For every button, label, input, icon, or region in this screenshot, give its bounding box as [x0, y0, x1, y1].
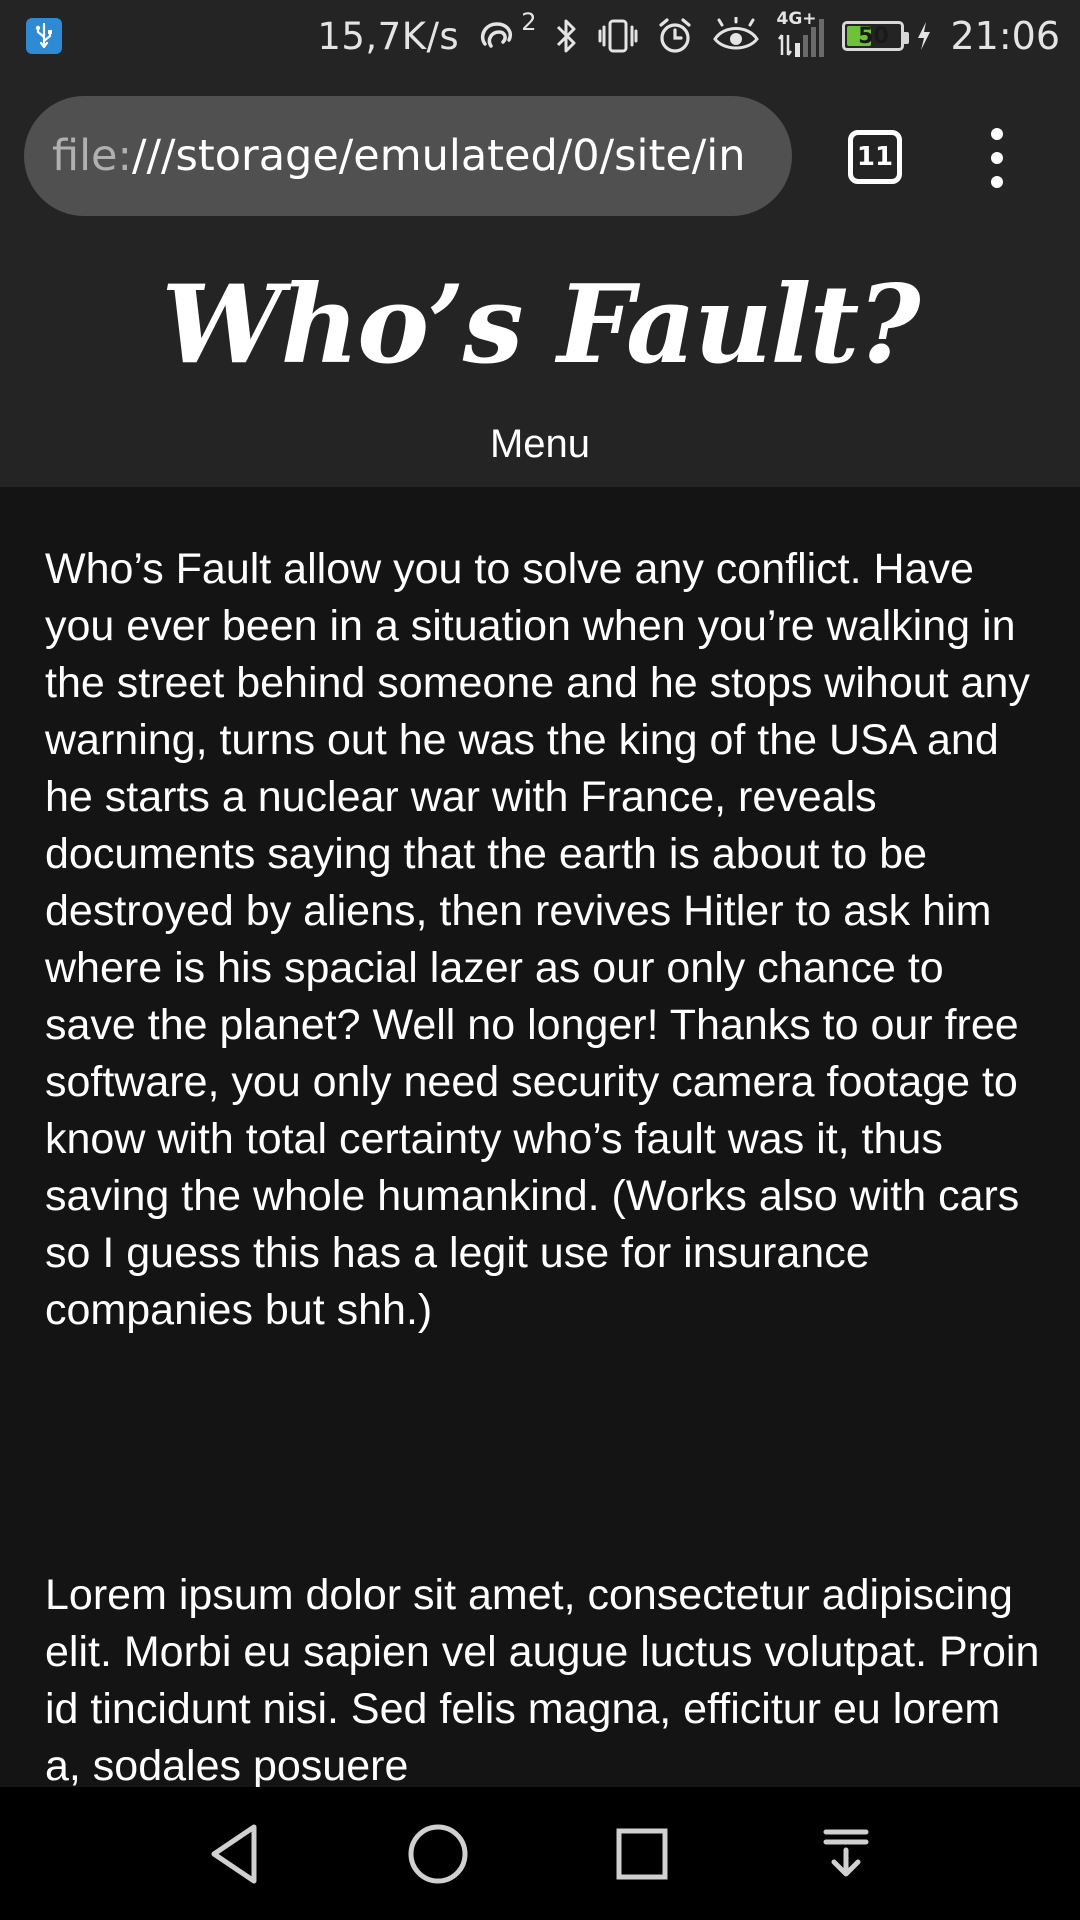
clock: 21:06 — [950, 14, 1060, 58]
vibrate-icon — [598, 17, 638, 55]
status-icons: 15,7K/s 2 4G+ 50 21:06 — [317, 8, 1060, 58]
battery-icon: 50 — [842, 21, 910, 51]
hotspot-icon: 2 — [477, 8, 536, 54]
charging-icon — [916, 21, 932, 51]
site-title: Who’s Fault? — [161, 262, 920, 388]
tab-switcher-icon[interactable]: 11 — [848, 130, 902, 184]
system-nav-bar — [0, 1787, 1080, 1920]
signal-icon: 4G+ — [776, 9, 825, 57]
lorem-paragraph: Lorem ipsum dolor sit amet, consectetur … — [45, 1571, 1040, 1787]
bluetooth-icon — [554, 17, 580, 55]
battery-percent: 50 — [858, 23, 889, 49]
eye-comfort-icon — [712, 17, 760, 55]
home-icon[interactable] — [336, 1787, 540, 1920]
menu-link[interactable]: Menu — [0, 422, 1080, 467]
site-header: Who’s Fault? Menu — [0, 242, 1080, 487]
url-path: ///storage/emulated/0/site/in — [131, 131, 746, 181]
recents-icon[interactable] — [540, 1787, 744, 1920]
url-scheme: file: — [52, 131, 132, 181]
tab-count: 11 — [856, 142, 894, 172]
overflow-menu-icon[interactable] — [982, 128, 1012, 188]
usb-icon — [26, 18, 62, 54]
network-type: 4G+ — [776, 9, 817, 29]
intro-paragraph: Who’s Fault allow you to solve any confl… — [45, 545, 1030, 1334]
alarm-icon — [656, 17, 694, 55]
back-icon[interactable] — [132, 1787, 336, 1920]
url-bar[interactable]: file:///storage/emulated/0/site/in — [24, 96, 792, 216]
page-content: Who’s Fault allow you to solve any confl… — [0, 487, 1080, 1787]
browser-toolbar: file:///storage/emulated/0/site/in 11 — [0, 72, 1080, 242]
hotspot-count: 2 — [521, 8, 537, 36]
status-bar: 15,7K/s 2 4G+ 50 21:06 — [0, 0, 1080, 72]
network-speed: 15,7K/s — [317, 14, 460, 58]
notifications-pull-icon[interactable] — [744, 1787, 948, 1920]
